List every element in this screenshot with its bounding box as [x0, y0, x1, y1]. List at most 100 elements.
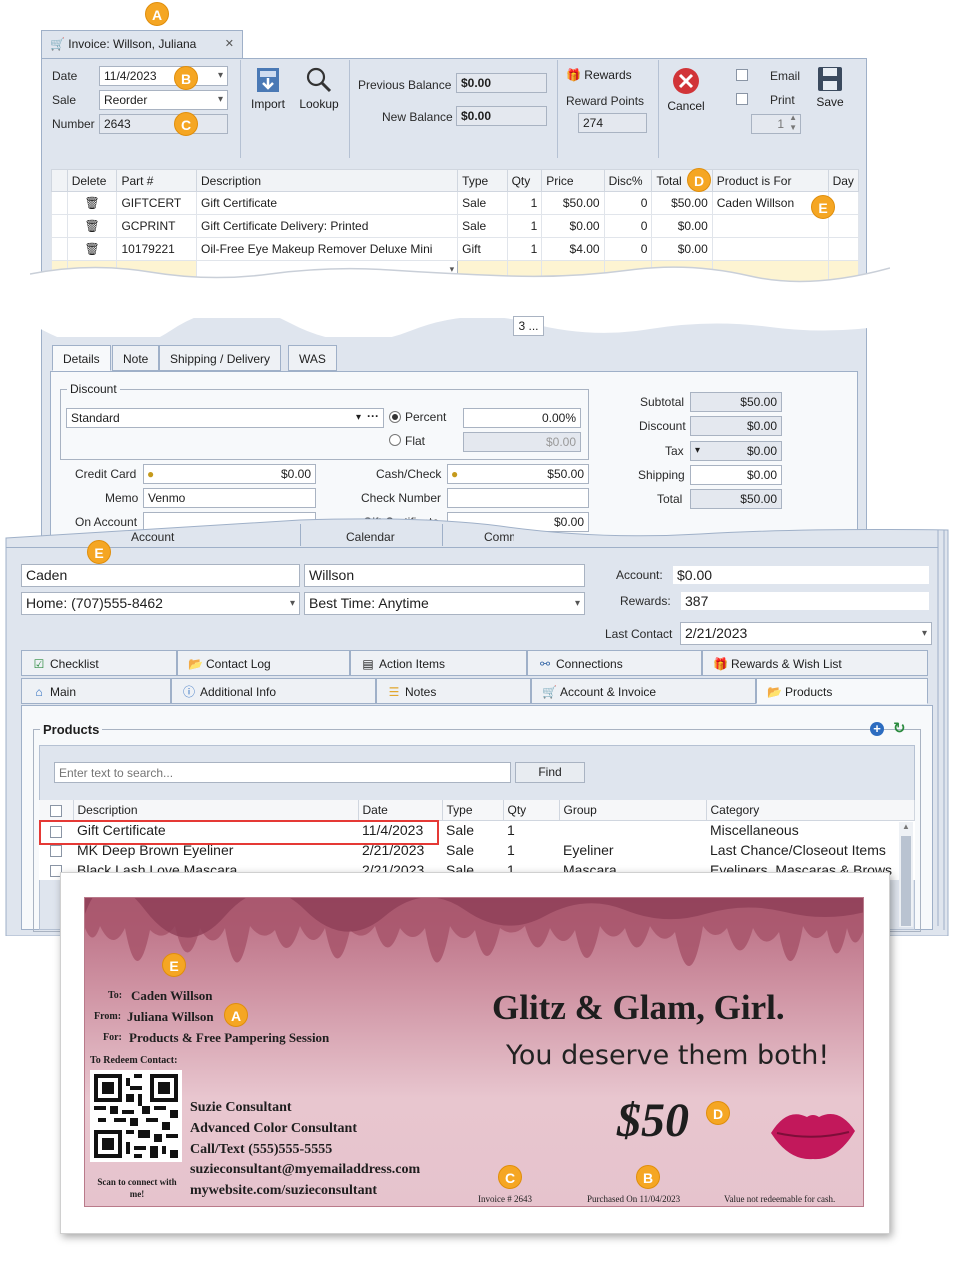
flat-radio[interactable] [389, 434, 401, 446]
subtotal-label: Subtotal [640, 395, 685, 409]
import-button[interactable]: Import [248, 66, 288, 118]
date-field[interactable]: 11/4/2023 [99, 66, 228, 86]
col-qty[interactable]: Qty [506, 169, 543, 192]
sale-type-select[interactable]: Reorder [99, 90, 228, 110]
memo-label: Memo [105, 491, 139, 505]
tab-checklist[interactable]: ☑ Checklist [21, 650, 177, 676]
row-checkbox[interactable] [50, 845, 62, 858]
col-delete[interactable]: Delete [66, 169, 118, 192]
lookup-button[interactable]: Lookup [297, 66, 341, 118]
shipping-value[interactable]: $0.00 [690, 465, 782, 485]
tab-rewards-wish-list[interactable]: 🎁 Rewards & Wish List [702, 650, 928, 676]
save-button[interactable]: Save [812, 66, 848, 109]
phone-select[interactable]: Home: (707)555-8462 [21, 592, 300, 615]
check-number-field[interactable] [447, 488, 589, 508]
tab-note[interactable]: Note [112, 345, 160, 371]
gift-icon: 🎁 [713, 657, 728, 671]
col-group[interactable]: Group [559, 800, 707, 821]
new-balance-label: New Balance [382, 110, 453, 124]
badge-e: E [162, 953, 186, 977]
row-qty: 1 [506, 214, 543, 238]
col-disc[interactable]: Disc% [603, 169, 653, 192]
trash-icon[interactable]: 🗑 [84, 219, 99, 233]
discount-type-select[interactable]: Standard ▾ ··· [66, 408, 384, 428]
chevron-down-icon[interactable]: ▾ [356, 409, 361, 427]
col-type[interactable]: Type [442, 800, 504, 821]
scroll-thumb[interactable] [901, 836, 911, 926]
first-name-field[interactable]: Caden [21, 564, 300, 587]
from-label: From: [94, 1011, 122, 1022]
for-label: For: [103, 1032, 122, 1043]
col-date[interactable]: Date [358, 800, 443, 821]
invoice-document-tab[interactable]: 🛒 Invoice: Willson, Juliana ✕ [41, 30, 243, 58]
vertical-scrollbar[interactable]: ▲ [899, 822, 913, 927]
col-type[interactable]: Type [457, 169, 508, 192]
tab-products[interactable]: 📂 Products [756, 678, 928, 704]
last-name-field[interactable]: Willson [304, 564, 585, 587]
tab-additional-info[interactable]: ⓘ Additional Info [171, 678, 376, 704]
memo-field[interactable]: Venmo [143, 488, 316, 508]
account-rewards-label: Rewards: [620, 594, 671, 608]
table-row[interactable]: 🗑 GCPRINT Gift Certificate Delivery: Pri… [51, 214, 860, 238]
scroll-up-icon[interactable]: ▲ [902, 822, 910, 831]
invoice-number-field: 2643 [99, 114, 228, 134]
tab-main[interactable]: ⌂ Main [21, 678, 171, 704]
col-category[interactable]: Category [706, 800, 915, 821]
add-icon[interactable]: + [870, 722, 884, 736]
select-all-checkbox[interactable] [49, 804, 62, 817]
last-contact-field[interactable]: 2/21/2023 [680, 622, 932, 645]
cash-check-field[interactable]: ● $50.00 [447, 464, 589, 484]
percent-radio[interactable] [389, 411, 401, 423]
find-button[interactable]: Find [515, 762, 585, 783]
tab-account[interactable]: Account [131, 530, 174, 544]
cancel-button[interactable]: Cancel [664, 66, 708, 113]
tab-comm[interactable]: Comm [484, 530, 514, 544]
trash-icon[interactable]: 🗑 [84, 196, 99, 210]
flat-label: Flat [405, 434, 426, 448]
qr-code-icon [94, 1074, 178, 1158]
col-product-for[interactable]: Product is For [711, 169, 829, 192]
tab-account-invoice[interactable]: 🛒 Account & Invoice [531, 678, 756, 704]
cart-icon: 🛒 [542, 685, 557, 699]
consultant-phone: Call/Text (555)555-5555 [190, 1142, 333, 1157]
percent-value-field[interactable]: 0.00% [463, 408, 581, 428]
tab-connections[interactable]: ⚯ Connections [527, 650, 702, 676]
table-row[interactable]: 🗑 GIFTCERT Gift Certificate Sale 1 $50.0… [51, 191, 860, 215]
tab-shipping-delivery[interactable]: Shipping / Delivery [159, 345, 282, 371]
col-day[interactable]: Day [827, 169, 860, 192]
rewards-button[interactable]: 🎁 Rewards [566, 68, 632, 82]
email-checkbox[interactable] [736, 69, 748, 81]
invoice-number-text: Invoice # 2643 [478, 1194, 532, 1204]
col-qty[interactable]: Qty [503, 800, 560, 821]
tax-value[interactable]: ▾ $0.00 [690, 441, 782, 461]
row-qty: 1 [506, 191, 543, 215]
row-total: $0.00 [651, 237, 713, 261]
row-disc: 0 [603, 191, 653, 215]
close-icon[interactable]: ✕ [225, 37, 234, 50]
col-description[interactable]: Description [73, 800, 359, 821]
print-copies-stepper[interactable]: 1 ▲ ▼ [751, 114, 801, 134]
col-price[interactable]: Price [541, 169, 605, 192]
trash-icon[interactable]: 🗑 [84, 242, 99, 256]
col-description[interactable]: Description [196, 169, 459, 192]
credit-card-field[interactable]: ● $0.00 [143, 464, 316, 484]
tab-notes[interactable]: ☰ Notes [376, 678, 531, 704]
tab-contact-log[interactable]: 📂 Contact Log [177, 650, 350, 676]
table-row[interactable]: 🗑 10179221 Oil-Free Eye Makeup Remover D… [51, 237, 860, 261]
print-checkbox[interactable] [736, 93, 748, 105]
chevron-down-icon[interactable]: ▾ [695, 442, 700, 460]
rewards-label: Rewards [584, 68, 632, 82]
product-search-input[interactable] [54, 762, 511, 783]
tab-was[interactable]: WAS [288, 345, 337, 371]
col-part[interactable]: Part # [116, 169, 198, 192]
best-time-select[interactable]: Best Time: Anytime [304, 592, 585, 615]
row-qty: 1 [507, 842, 515, 858]
refresh-icon[interactable]: ↻ [893, 719, 906, 737]
row-type: Sale [446, 822, 475, 839]
more-rows-button[interactable]: 3 ... [513, 316, 544, 336]
tab-details[interactable]: Details [52, 345, 111, 371]
ellipsis-icon[interactable]: ··· [367, 409, 379, 425]
tab-action-items[interactable]: ▤ Action Items [350, 650, 527, 676]
row-part: 10179221 [116, 237, 198, 261]
tab-calendar[interactable]: Calendar [346, 530, 395, 544]
